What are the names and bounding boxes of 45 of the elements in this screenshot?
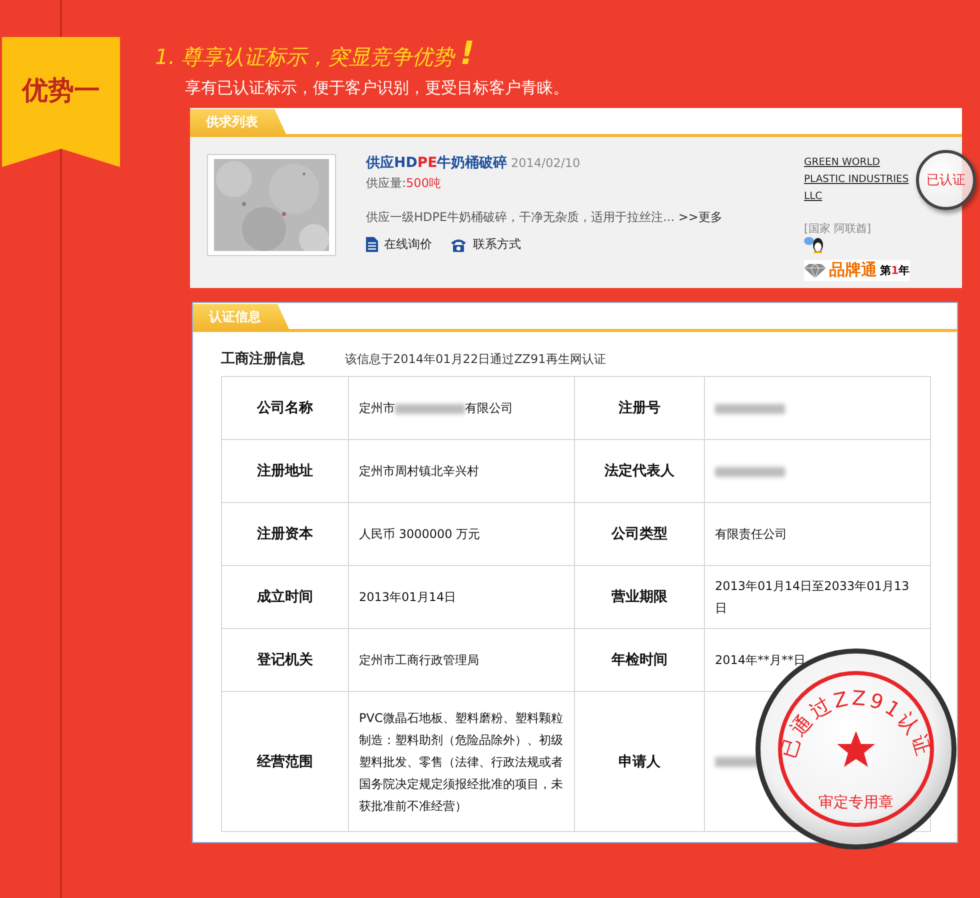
field-label: 登记机关 bbox=[222, 628, 348, 692]
field-value: 有限责任公司 bbox=[715, 527, 787, 541]
field-label: 公司名称 bbox=[222, 376, 348, 440]
field-value: 定州市周村镇北辛兴村 bbox=[359, 464, 479, 478]
ribbon-banner: 优势一 bbox=[2, 37, 120, 167]
quantity-label: 供应量: bbox=[366, 176, 406, 190]
certification-note: 该信息于2014年01月22日通过ZZ91再生网认证 bbox=[345, 351, 606, 368]
more-link[interactable]: >>更多 bbox=[678, 210, 722, 224]
field-label: 公司类型 bbox=[574, 502, 704, 566]
document-icon bbox=[366, 237, 378, 252]
exclamation-mark: ! bbox=[460, 34, 475, 72]
field-value: 人民币 3000000 万元 bbox=[359, 527, 480, 541]
inquiry-link[interactable]: 在线询价 bbox=[384, 236, 432, 253]
product-link[interactable]: 供应HDPE牛奶桶破碎 bbox=[366, 155, 508, 171]
heading-number: 1. bbox=[155, 45, 176, 69]
field-label: 注册号 bbox=[574, 376, 704, 440]
field-label: 成立时间 bbox=[222, 566, 348, 628]
contact-link[interactable]: 联系方式 bbox=[473, 236, 521, 253]
company-link[interactable]: GREEN WORLD PLASTIC INDUSTRIES LLC bbox=[804, 154, 912, 205]
field-label: 营业期限 bbox=[574, 566, 704, 628]
field-label: 申请人 bbox=[574, 692, 704, 832]
heading-title: 尊享认证标示，突显竞争优势 bbox=[181, 44, 454, 71]
field-value: 定州市工商行政管理局 bbox=[359, 653, 479, 667]
section-label: 工商注册信息 bbox=[221, 350, 305, 368]
field-value: PVC微晶石地板、塑料磨粉、塑料颗粒制造：塑料助剂（危险品除外）、初级塑料批发、零售（法律、行政法规或者国务院决定规定须报经批准的项目，未获批准前不准经营） bbox=[359, 710, 563, 812]
telephone-icon bbox=[450, 238, 467, 252]
field-label: 注册资本 bbox=[222, 502, 348, 566]
brand-name: 品牌通 bbox=[829, 260, 877, 281]
field-value: 有限公司 bbox=[465, 401, 513, 415]
field-label: 法定代表人 bbox=[574, 440, 704, 502]
quantity-value: 500吨 bbox=[406, 176, 441, 190]
membership-years: 第1年 bbox=[880, 263, 910, 278]
chat-penguin-icon bbox=[804, 236, 826, 253]
subtitle: 享有已认证标示，便于客户识别，更受目标客户青睐。 bbox=[185, 78, 569, 99]
diamond-icon bbox=[804, 264, 826, 278]
country-label: [国家 阿联酋] bbox=[804, 221, 872, 236]
post-date: 2014/02/10 bbox=[511, 156, 580, 170]
field-value: 2013年01月14日 bbox=[359, 590, 456, 604]
field-value: 2013年01月14日至2033年01月13日 bbox=[715, 579, 910, 615]
field-label: 年检时间 bbox=[574, 628, 704, 692]
field-label: 经营范围 bbox=[222, 692, 348, 832]
product-description: 供应一级HDPE牛奶桶破碎，干净无杂质，适用于拉丝注... bbox=[366, 210, 675, 224]
field-label: 注册地址 bbox=[222, 440, 348, 502]
verified-badge: 已认证 bbox=[916, 150, 976, 210]
field-value: 定州市 bbox=[359, 401, 395, 415]
